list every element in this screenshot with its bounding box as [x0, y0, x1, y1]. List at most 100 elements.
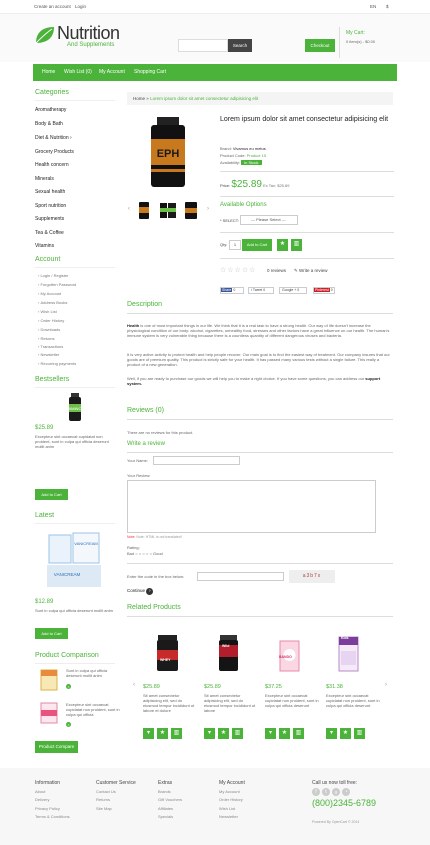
- footer-link[interactable]: Newsletter: [219, 814, 238, 819]
- footer-link[interactable]: Contact Us: [96, 789, 116, 794]
- account-link[interactable]: › Address Books: [38, 300, 67, 305]
- compare-chart-icon[interactable]: ▥: [291, 239, 302, 251]
- wishlist-star-icon[interactable]: ★: [277, 239, 288, 251]
- continue-button[interactable]: Continue ›: [127, 588, 154, 595]
- cart-widget[interactable]: My Cart: 0 item(s) - $0.00: [339, 27, 395, 58]
- category-item[interactable]: Supplements: [35, 216, 64, 222]
- product-compare-button[interactable]: Product Compare: [35, 741, 78, 753]
- related-product-image[interactable]: [155, 633, 180, 673]
- chevron-left-icon[interactable]: ‹: [128, 206, 130, 212]
- logo-title[interactable]: Nutrition: [57, 23, 120, 44]
- currency-select[interactable]: $: [386, 4, 389, 9]
- account-link[interactable]: › Recurring payments: [38, 361, 76, 366]
- account-link[interactable]: › Forgotten Password: [38, 282, 76, 287]
- rating-radio[interactable]: ○: [146, 551, 148, 556]
- checkout-button[interactable]: Checkout: [305, 39, 335, 52]
- login-link[interactable]: Login: [75, 4, 86, 9]
- account-link[interactable]: › Downloads: [38, 327, 60, 332]
- reviews-count-link[interactable]: 0 reviews: [267, 268, 286, 273]
- search-input[interactable]: [178, 39, 228, 52]
- write-review-link[interactable]: ✎ Write a review: [294, 268, 327, 274]
- facebook-share-button[interactable]: Share 0: [220, 287, 244, 294]
- captcha-input[interactable]: [197, 572, 284, 581]
- thumbnail-image[interactable]: [183, 200, 199, 220]
- footer-link[interactable]: Gift Vouchers: [158, 797, 182, 802]
- category-item[interactable]: Grocery Products: [35, 149, 74, 155]
- footer-link[interactable]: Brands: [158, 789, 171, 794]
- related-desc[interactable]: Excepteur sint occaecat cupidatat non pr…: [265, 693, 319, 708]
- related-desc[interactable]: Excepteur sint occaecat cupidatat non pr…: [326, 693, 380, 708]
- comparison-desc[interactable]: Excepteur sint occaecat cupidatat non pr…: [66, 702, 121, 717]
- wishlist-star-icon[interactable]: ★: [157, 728, 168, 739]
- nav-home[interactable]: Home: [42, 69, 55, 75]
- footer-link[interactable]: Specials: [158, 814, 173, 819]
- search-button[interactable]: Search: [228, 39, 252, 52]
- rating-radio[interactable]: ○: [135, 551, 137, 556]
- category-item[interactable]: Body & Bath: [35, 121, 63, 127]
- footer-link[interactable]: Delivery: [35, 797, 49, 802]
- category-item[interactable]: Diet & Nutrition ›: [35, 135, 72, 141]
- tweet-button[interactable]: t Tweet 0: [248, 287, 274, 294]
- latest-add-to-cart-button[interactable]: Add to Cart: [35, 628, 68, 639]
- latest-product-image[interactable]: VANICREAM VANICREAM: [43, 529, 105, 591]
- google-plus-icon[interactable]: g: [332, 788, 340, 796]
- name-input[interactable]: [153, 456, 240, 465]
- rating-radio[interactable]: ○: [149, 551, 151, 556]
- cart-icon[interactable]: ▾: [265, 728, 276, 739]
- rating-radio[interactable]: ○: [139, 551, 141, 556]
- footer-link[interactable]: Affiliates: [158, 806, 173, 811]
- twitter-icon[interactable]: t: [322, 788, 330, 796]
- category-item[interactable]: Tea & Coffee: [35, 230, 64, 236]
- wishlist-star-icon[interactable]: ★: [218, 728, 229, 739]
- google-plus-button[interactable]: Google + 0: [279, 287, 307, 294]
- nav-shopping-cart[interactable]: Shopping Cart: [134, 69, 166, 75]
- thumbnail-image[interactable]: [159, 200, 177, 220]
- bestseller-desc[interactable]: Excepteur sint occaecat cupidatat non pr…: [35, 434, 117, 449]
- cart-icon[interactable]: ▾: [143, 728, 154, 739]
- account-link[interactable]: › Transactions: [38, 344, 63, 349]
- chevron-right-icon[interactable]: ›: [385, 682, 387, 688]
- bestseller-add-to-cart-button[interactable]: Add to Cart: [35, 489, 68, 500]
- wishlist-star-icon[interactable]: ★: [279, 728, 290, 739]
- latest-desc[interactable]: Sunt in culpa qui officia deserunt molli…: [35, 608, 117, 613]
- account-link[interactable]: › Wish List: [38, 309, 57, 314]
- footer-link[interactable]: Terms & Conditions: [35, 814, 70, 819]
- footer-link[interactable]: Returns: [96, 797, 110, 802]
- thumbnail-image[interactable]: [137, 200, 151, 220]
- related-desc[interactable]: Sit amet consectetur adipisicing elit, s…: [204, 693, 258, 713]
- account-link[interactable]: › Newsletter: [38, 352, 59, 357]
- brand-link[interactable]: Vivamus eu metus: [233, 146, 266, 151]
- account-link[interactable]: › My Account: [38, 291, 61, 296]
- footer-link[interactable]: Site Map: [96, 806, 112, 811]
- compare-chart-icon[interactable]: ▥: [293, 728, 304, 739]
- breadcrumb-current[interactable]: Lorem ipsum dolor sit amet consectetur a…: [150, 96, 258, 101]
- comparison-product-image[interactable]: [38, 700, 60, 726]
- wishlist-star-icon[interactable]: ★: [340, 728, 351, 739]
- compare-chart-icon[interactable]: ▥: [232, 728, 243, 739]
- rating-radio[interactable]: ○: [142, 551, 144, 556]
- category-item[interactable]: Sexual health: [35, 189, 65, 195]
- cart-icon[interactable]: ▾: [204, 728, 215, 739]
- qty-input[interactable]: 1: [229, 240, 241, 250]
- category-item[interactable]: Health concern: [35, 162, 69, 168]
- remove-icon[interactable]: ×: [66, 684, 71, 689]
- cart-icon[interactable]: ▾: [326, 728, 337, 739]
- rss-icon[interactable]: ◔: [342, 788, 350, 796]
- footer-link[interactable]: Privacy Policy: [35, 806, 60, 811]
- category-item[interactable]: Vitamins: [35, 243, 54, 249]
- account-link[interactable]: › Order History: [38, 318, 64, 323]
- chevron-right-icon[interactable]: ›: [207, 206, 209, 212]
- compare-chart-icon[interactable]: ▥: [171, 728, 182, 739]
- category-item[interactable]: Aromatherapy: [35, 107, 66, 113]
- bestseller-product-image[interactable]: AMINO: [60, 392, 90, 422]
- category-item[interactable]: Sport nutrition: [35, 203, 66, 209]
- add-to-cart-button[interactable]: Add to Cart: [242, 239, 272, 251]
- create-account-link[interactable]: Create an account: [34, 4, 71, 9]
- option-select[interactable]: --- Please Select ---: [240, 215, 298, 225]
- footer-link[interactable]: Wish List: [219, 806, 235, 811]
- review-textarea[interactable]: [127, 480, 376, 533]
- footer-link[interactable]: Order History: [219, 797, 243, 802]
- footer-link[interactable]: My Account: [219, 789, 240, 794]
- related-product-image[interactable]: [277, 633, 302, 673]
- category-item[interactable]: Minerals: [35, 176, 54, 182]
